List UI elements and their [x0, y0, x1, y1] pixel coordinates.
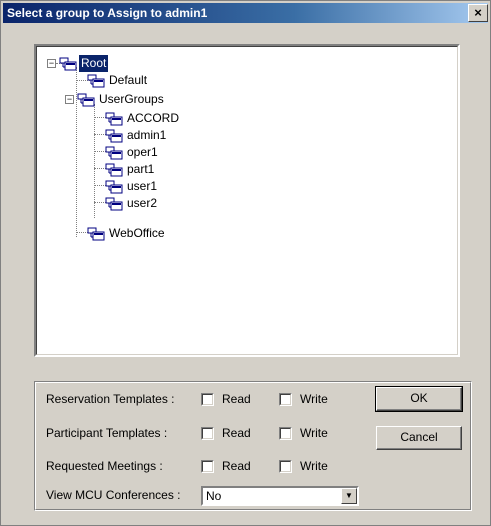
group-tree-inner: − − Root Default UserGroups ACCORD admin…: [36, 46, 458, 355]
dialog-title: Select a group to Assign to admin1: [7, 6, 208, 20]
tree-node-oper1[interactable]: oper1: [105, 144, 160, 161]
dropdown-arrow-icon[interactable]: ▼: [341, 488, 357, 504]
view-mcu-conferences-select[interactable]: No ▼: [201, 486, 359, 506]
tree-node-user1[interactable]: user1: [105, 178, 159, 195]
tree-node-user2[interactable]: user2: [105, 195, 159, 212]
tree-node-accord[interactable]: ACCORD: [105, 110, 181, 127]
tree-node-default[interactable]: Default: [87, 72, 149, 89]
requested-write-checkbox[interactable]: [279, 460, 292, 473]
participant-write-label: Write: [300, 426, 328, 440]
tree-node-label: UserGroups: [99, 92, 164, 107]
tree-node-usergroups[interactable]: UserGroups: [77, 91, 166, 108]
group-tree[interactable]: − − Root Default UserGroups ACCORD admin…: [34, 44, 460, 357]
tree-node-part1[interactable]: part1: [105, 161, 156, 178]
reservation-read-label: Read: [222, 392, 251, 406]
tree-node-label: user2: [127, 196, 158, 211]
group-folder-icon: [105, 180, 123, 194]
group-folder-icon: [59, 57, 77, 71]
title-bar[interactable]: Select a group to Assign to admin1 ×: [3, 3, 488, 23]
tree-node-label: oper1: [127, 145, 158, 160]
reservation-templates-label: Reservation Templates :: [46, 392, 175, 406]
group-folder-icon: [87, 74, 105, 88]
view-mcu-conferences-label: View MCU Conferences :: [46, 488, 181, 502]
group-folder-icon: [105, 112, 123, 126]
ok-button[interactable]: OK: [375, 386, 463, 412]
tree-node-root[interactable]: Root: [59, 55, 109, 73]
dialog-window: Select a group to Assign to admin1 × − −…: [0, 0, 491, 526]
reservation-read-checkbox[interactable]: [201, 393, 214, 406]
group-folder-icon: [105, 146, 123, 160]
participant-read-checkbox[interactable]: [201, 427, 214, 440]
tree-node-label: Root: [79, 55, 109, 73]
tree-node-label: Default: [109, 73, 148, 88]
close-button[interactable]: ×: [468, 4, 488, 22]
requested-read-checkbox[interactable]: [201, 460, 214, 473]
group-folder-icon: [105, 197, 123, 211]
participant-read-label: Read: [222, 426, 251, 440]
tree-node-label: user1: [127, 179, 158, 194]
tree-node-weboffice[interactable]: WebOffice: [87, 225, 167, 242]
cancel-button[interactable]: Cancel: [376, 426, 462, 450]
tree-node-label: admin1: [127, 128, 167, 143]
reservation-write-label: Write: [300, 392, 328, 406]
group-folder-icon: [105, 163, 123, 177]
requested-read-label: Read: [222, 459, 251, 473]
group-folder-icon: [77, 93, 95, 107]
tree-node-label: WebOffice: [109, 226, 165, 241]
view-mcu-conferences-value: No: [206, 489, 222, 503]
group-folder-icon: [87, 227, 105, 241]
group-folder-icon: [105, 129, 123, 143]
tree-node-admin1[interactable]: admin1: [105, 127, 168, 144]
tree-line: [94, 104, 95, 218]
root-collapse-toggle[interactable]: −: [47, 59, 56, 68]
tree-node-label: ACCORD: [127, 111, 180, 126]
requested-write-label: Write: [300, 459, 328, 473]
reservation-write-checkbox[interactable]: [279, 393, 292, 406]
participant-templates-label: Participant Templates :: [46, 426, 168, 440]
requested-meetings-label: Requested Meetings :: [46, 459, 163, 473]
tree-node-label: part1: [127, 162, 155, 177]
participant-write-checkbox[interactable]: [279, 427, 292, 440]
usergroups-collapse-toggle[interactable]: −: [65, 95, 74, 104]
